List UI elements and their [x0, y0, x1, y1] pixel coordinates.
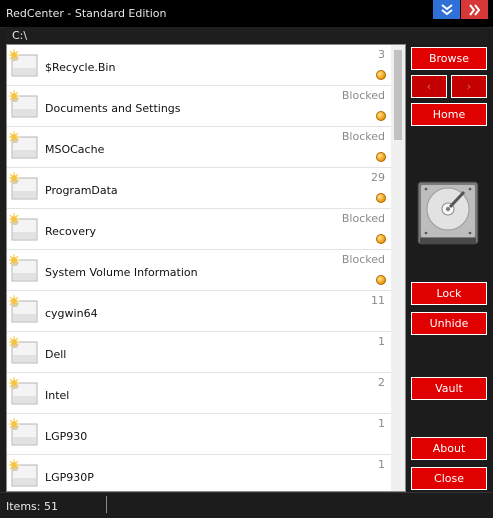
list-item[interactable]: Recovery Blocked [7, 209, 391, 250]
list-item[interactable]: Dell 1 [7, 332, 391, 373]
status-dot-icon [376, 193, 386, 203]
file-name: $Recycle.Bin [45, 61, 116, 74]
item-count: 1 [378, 335, 385, 348]
window-title: RedCenter - Standard Edition [6, 7, 167, 20]
folder-icon [9, 254, 38, 282]
app-window: RedCenter - Standard Edition C:\ $Recycl… [0, 0, 493, 518]
unhide-button[interactable]: Unhide [411, 312, 487, 335]
file-rows: $Recycle.Bin 3 Documents and Settings Bl… [7, 45, 391, 491]
items-count: Items: 51 [6, 500, 58, 513]
folder-icon [9, 90, 38, 118]
browse-button[interactable]: Browse [411, 47, 487, 70]
file-name: ProgramData [45, 184, 118, 197]
file-name: LGP930P [45, 471, 94, 484]
vertical-scrollbar[interactable] [391, 45, 405, 491]
folder-icon [9, 213, 38, 241]
file-name: LGP930 [45, 430, 88, 443]
close-window-button[interactable] [461, 0, 488, 19]
back-arrow-icon: ‹ [426, 80, 432, 93]
item-count: Blocked [341, 253, 385, 266]
item-count: Blocked [341, 212, 385, 225]
list-item[interactable]: System Volume Information Blocked [7, 250, 391, 291]
status-dot-icon [376, 111, 386, 121]
file-name: cygwin64 [45, 307, 98, 320]
list-item[interactable]: ProgramData 29 [7, 168, 391, 209]
folder-icon [9, 418, 38, 446]
list-item[interactable]: $Recycle.Bin 3 [7, 45, 391, 86]
item-count: 1 [378, 417, 385, 430]
list-item[interactable]: LGP930 1 [7, 414, 391, 455]
home-button[interactable]: Home [411, 103, 487, 126]
close-button[interactable]: Close [411, 467, 487, 490]
status-dot-icon [376, 70, 386, 80]
scrollbar-thumb[interactable] [394, 50, 402, 140]
item-count: Blocked [341, 89, 385, 102]
title-bar: RedCenter - Standard Edition [0, 0, 493, 28]
folder-icon [9, 49, 38, 77]
folder-icon [9, 459, 38, 487]
folder-icon [9, 295, 38, 323]
list-item[interactable]: Documents and Settings Blocked [7, 86, 391, 127]
status-dot-icon [376, 152, 386, 162]
double-chevron-right-icon [468, 3, 480, 16]
hard-drive-icon [417, 181, 479, 245]
folder-icon [9, 336, 38, 364]
status-bar: Items: 51 [0, 492, 493, 518]
file-name: Dell [45, 348, 67, 361]
minimize-button[interactable] [433, 0, 460, 19]
item-count: 11 [371, 294, 385, 307]
path-bar: C:\ [6, 27, 487, 44]
item-count: 2 [378, 376, 385, 389]
forward-arrow-icon: › [466, 80, 472, 93]
status-dot-icon [376, 275, 386, 285]
item-count: 3 [378, 48, 385, 61]
current-path: C:\ [12, 29, 28, 42]
back-button[interactable]: ‹ [411, 75, 447, 98]
lock-button[interactable]: Lock [411, 282, 487, 305]
file-name: Intel [45, 389, 70, 402]
list-item[interactable]: MSOCache Blocked [7, 127, 391, 168]
double-chevron-down-icon [440, 3, 453, 15]
file-name: Recovery [45, 225, 97, 238]
forward-button[interactable]: › [451, 75, 487, 98]
item-count: 1 [378, 458, 385, 471]
list-item[interactable]: cygwin64 11 [7, 291, 391, 332]
file-name: Documents and Settings [45, 102, 181, 115]
folder-icon [9, 131, 38, 159]
file-name: System Volume Information [45, 266, 198, 279]
status-divider [106, 496, 107, 513]
item-count: Blocked [341, 130, 385, 143]
item-count: 29 [371, 171, 385, 184]
file-list[interactable]: $Recycle.Bin 3 Documents and Settings Bl… [6, 44, 406, 492]
status-dot-icon [376, 234, 386, 244]
folder-icon [9, 377, 38, 405]
file-name: MSOCache [45, 143, 105, 156]
list-item[interactable]: LGP930P 1 [7, 455, 391, 491]
about-button[interactable]: About [411, 437, 487, 460]
list-item[interactable]: Intel 2 [7, 373, 391, 414]
folder-icon [9, 172, 38, 200]
vault-button[interactable]: Vault [411, 377, 487, 400]
